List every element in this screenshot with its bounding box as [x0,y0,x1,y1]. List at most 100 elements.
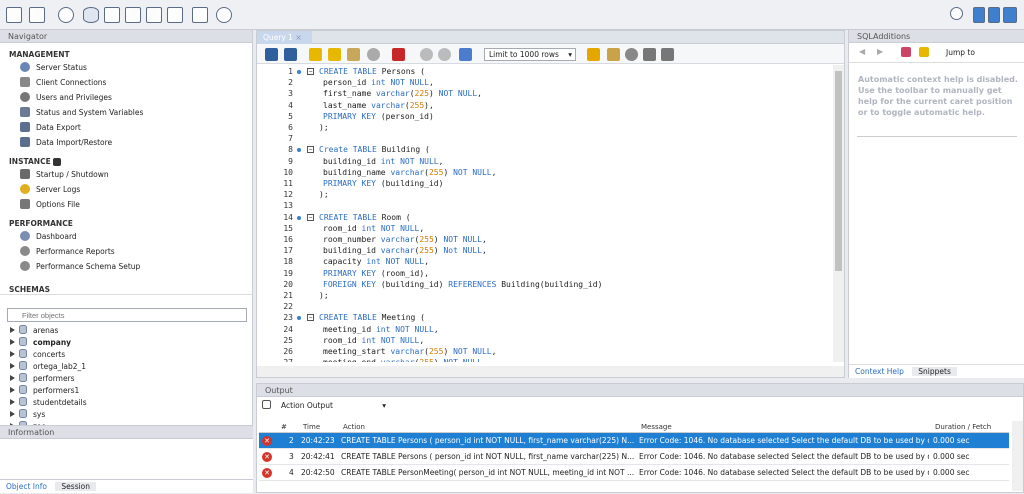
schema-filter-input[interactable] [7,308,247,322]
nav-server-status[interactable]: Server Status [0,60,252,75]
limit-rows-select[interactable]: Limit to 1000 rows ▾ [484,48,576,61]
editor-horizontal-scrollbar[interactable] [257,366,844,377]
expand-arrow-icon[interactable] [10,351,15,357]
create-view-icon[interactable] [125,7,141,23]
new-sql-tab-icon[interactable] [6,7,22,23]
execute-icon[interactable] [309,48,322,61]
tab-object-info[interactable]: Object Info [0,482,54,491]
invisible-chars-icon[interactable] [625,48,638,61]
editor-vertical-scrollbar[interactable] [833,65,844,362]
schema-item[interactable]: studentdetails [0,397,252,409]
toggle-error-icon[interactable] [392,48,405,61]
output-row[interactable]: ✕ 4 20:42:50 CREATE TABLE PersonMeeting(… [259,465,1009,481]
code-line: CREATE TABLE Persons ( [319,67,425,76]
nav-data-import[interactable]: Data Import/Restore [0,135,252,150]
schema-item[interactable]: arenas [0,325,252,337]
output-row[interactable]: ✕ 2 20:42:23 CREATE TABLE Persons ( pers… [259,433,1009,449]
word-wrap-icon[interactable] [661,48,674,61]
code-editor[interactable]: 1− CREATE TABLE Persons (2 person_id int N… [257,65,834,362]
query-toolbar: Limit to 1000 rows ▾ [257,44,844,64]
nav-dashboard[interactable]: Dashboard [0,229,252,244]
tab-snippets[interactable]: Snippets [912,367,957,376]
save-icon[interactable] [284,48,297,61]
create-table-icon[interactable] [104,7,120,23]
fold-toggle-icon[interactable]: − [307,146,314,154]
toggle-sidebar-icon[interactable] [973,7,985,23]
expand-arrow-icon[interactable] [10,363,15,369]
info-icon[interactable] [58,7,74,23]
toggle-secondary-sidebar-icon[interactable] [1003,7,1017,23]
fold-toggle-icon[interactable]: − [307,314,314,322]
schema-item[interactable]: ortega_lab2_1 [0,361,252,373]
stop-icon[interactable] [367,48,380,61]
line-number: 3 [288,89,293,99]
schema-item[interactable]: company [0,337,252,349]
reconnect-icon[interactable] [216,7,232,23]
nav-server-logs[interactable]: Server Logs [0,182,252,197]
col-message: Message [641,423,672,431]
output-copy-icon[interactable] [262,400,271,409]
nav-status-variables[interactable]: Status and System Variables [0,105,252,120]
schema-name: performers [33,374,75,383]
nav-performance-schema-setup[interactable]: Performance Schema Setup [0,259,252,274]
open-sql-script-icon[interactable] [29,7,45,23]
expand-arrow-icon[interactable] [10,387,15,393]
fold-toggle-icon[interactable]: − [307,213,314,221]
wrap-lines-icon[interactable] [643,48,656,61]
manual-help-icon[interactable] [901,47,911,57]
back-icon[interactable]: ◀ [859,47,865,56]
expand-arrow-icon[interactable] [10,339,15,345]
output-row[interactable]: ✕ 3 20:42:41 CREATE TABLE Persons ( pers… [259,449,1009,465]
open-folder-icon[interactable] [265,48,278,61]
instance-title-text: INSTANCE [9,157,51,166]
error-icon: ✕ [262,468,272,478]
schema-item[interactable]: concerts [0,349,252,361]
expand-arrow-icon[interactable] [10,327,15,333]
settings-gear-icon[interactable] [950,7,963,20]
nav-data-export[interactable]: Data Export [0,120,252,135]
search-table-data-icon[interactable] [192,7,208,23]
create-function-icon[interactable] [167,7,183,23]
tab-context-help[interactable]: Context Help [849,367,910,376]
output-type-select[interactable]: Action Output ▾ [281,401,386,410]
scroll-thumb[interactable] [835,71,842,271]
schema-name: sys [33,410,46,419]
database-icon [19,397,27,406]
rollback-icon[interactable] [438,48,451,61]
nav-label: Data Import/Restore [36,138,113,147]
auto-help-icon[interactable] [919,47,929,57]
schema-item[interactable]: performers1 [0,385,252,397]
toggle-output-icon[interactable] [988,7,1000,23]
nav-performance-reports[interactable]: Performance Reports [0,244,252,259]
output-vertical-scrollbar[interactable] [1012,421,1023,491]
autocommit-icon[interactable] [459,48,472,61]
find-icon[interactable] [607,48,620,61]
create-procedure-icon[interactable] [146,7,162,23]
expand-arrow-icon[interactable] [10,399,15,405]
explain-icon[interactable] [347,48,360,61]
line-number: 4 [288,100,293,110]
beautify-icon[interactable] [587,48,600,61]
tab-query-1[interactable]: Query 1 × [257,31,312,44]
tab-session[interactable]: Session [55,482,97,491]
row-action: CREATE TABLE PersonMeeting( person_id in… [341,468,635,477]
nav-options-file[interactable]: Options File [0,197,252,212]
row-action: CREATE TABLE Persons ( person_id int NOT… [341,452,635,461]
nav-client-connections[interactable]: Client Connections [0,75,252,90]
expand-arrow-icon[interactable] [10,411,15,417]
forward-icon[interactable]: ▶ [877,47,883,56]
close-icon[interactable]: × [295,33,301,42]
line-number: 16 [283,235,293,244]
commit-icon[interactable] [420,48,433,61]
row-time: 20:42:41 [301,452,335,461]
schema-item[interactable]: performers [0,373,252,385]
code-line: room_id int NOT NULL, [323,335,425,345]
fold-toggle-icon[interactable]: − [307,68,314,75]
schema-item[interactable]: sys [0,409,252,421]
nav-startup-shutdown[interactable]: Startup / Shutdown [0,167,252,182]
execute-current-icon[interactable] [328,48,341,61]
jump-to-label[interactable]: Jump to [946,48,975,57]
create-schema-icon[interactable] [83,7,99,23]
nav-users-privileges[interactable]: Users and Privileges [0,90,252,105]
expand-arrow-icon[interactable] [10,375,15,381]
